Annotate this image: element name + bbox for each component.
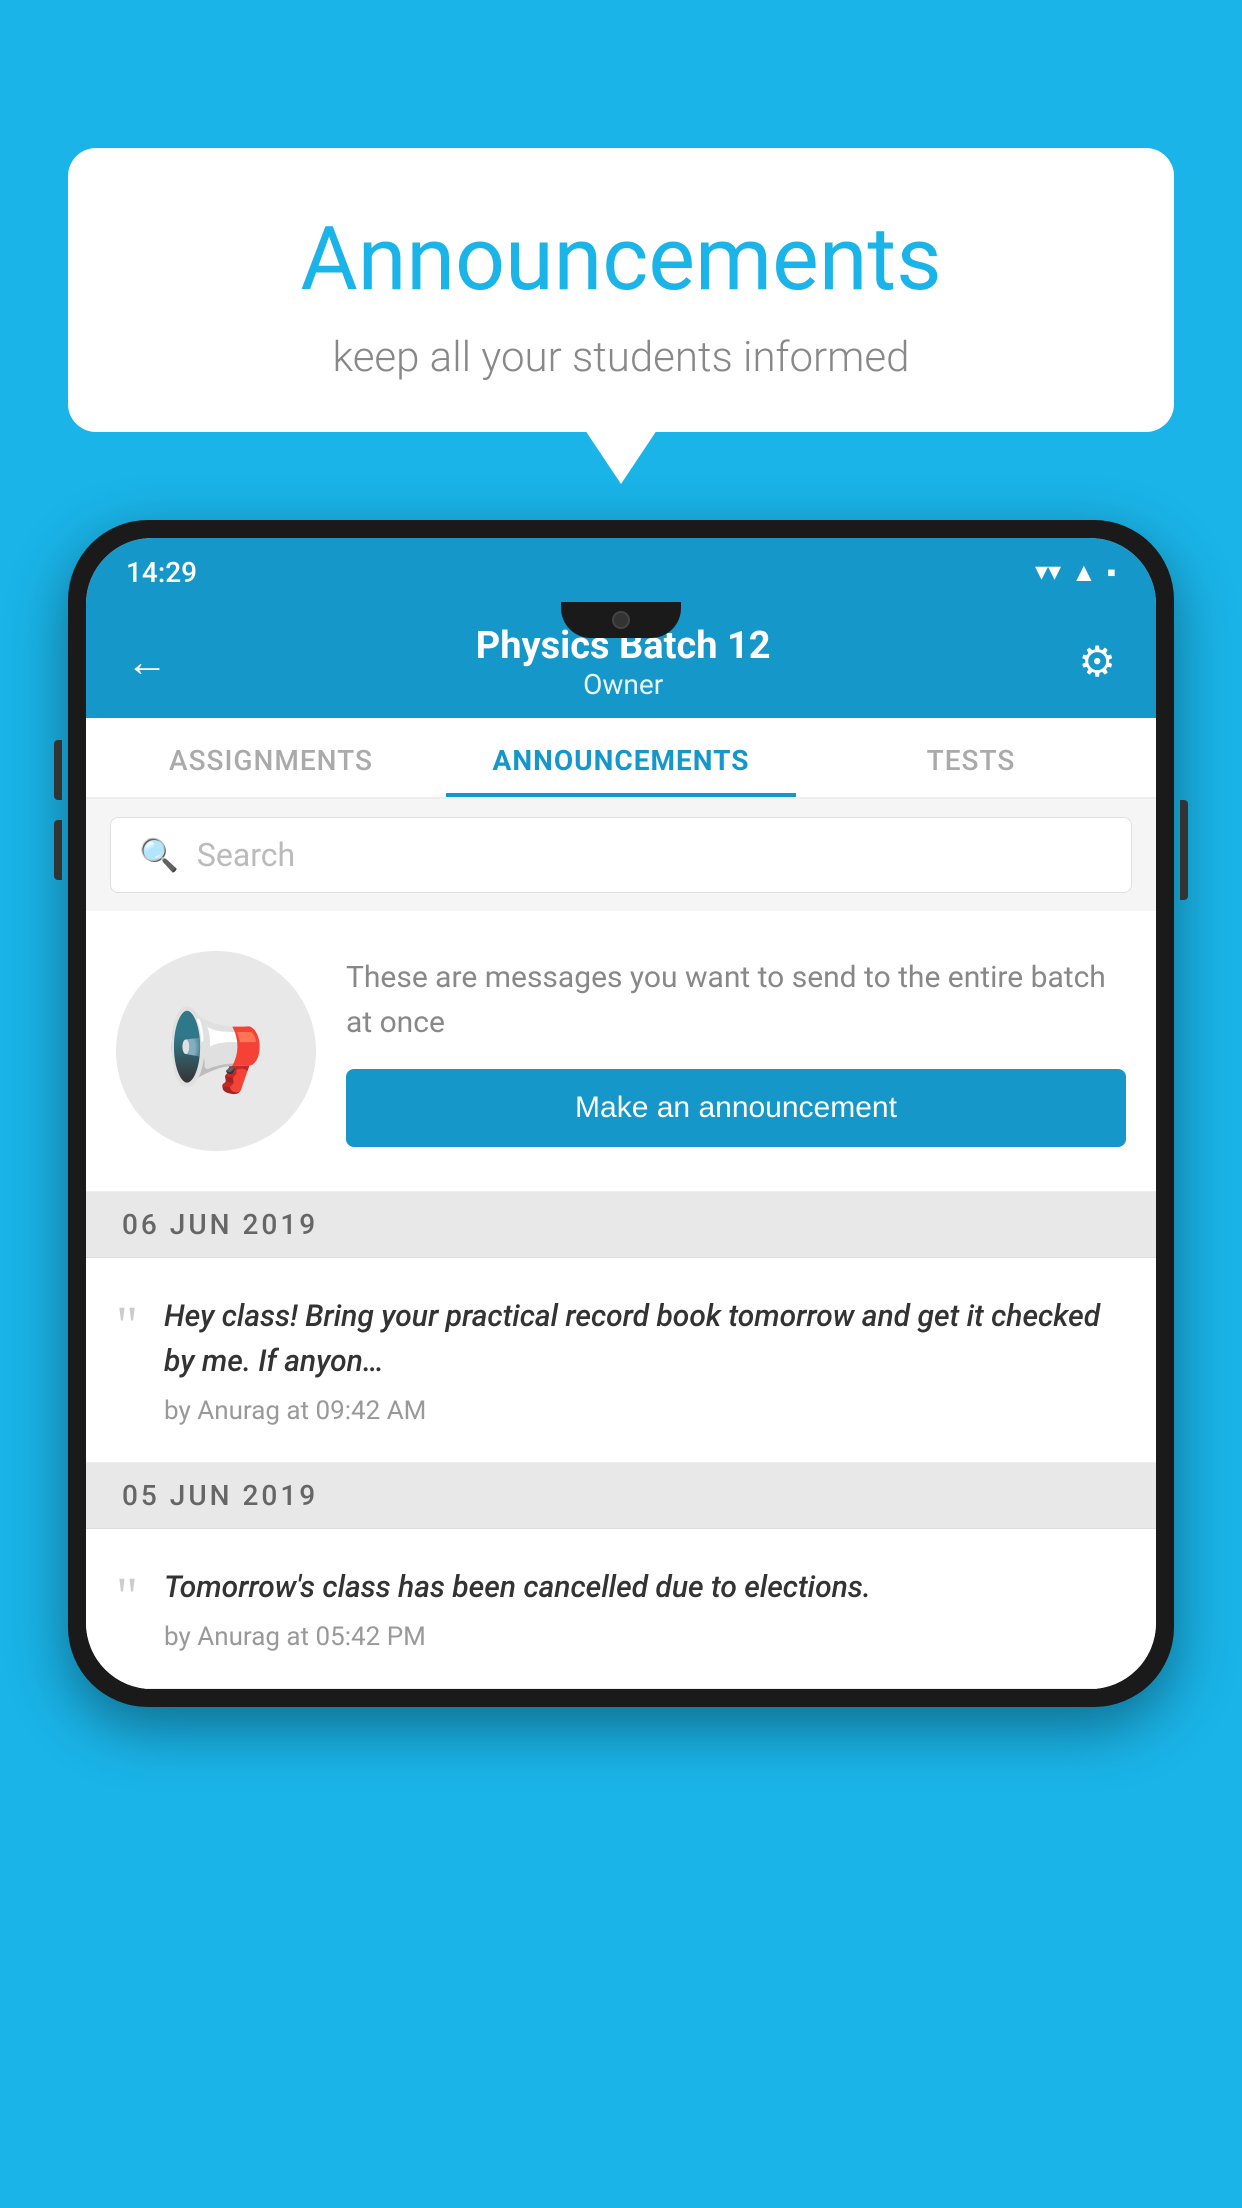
status-icons: ▾▾ ▲ ▪ (1035, 557, 1116, 588)
announcement-text-1: Hey class! Bring your practical record b… (164, 1294, 1126, 1384)
announcement-text-2: Tomorrow's class has been cancelled due … (164, 1565, 1126, 1610)
tab-announcements[interactable]: ANNOUNCEMENTS (446, 718, 796, 797)
search-bar[interactable]: 🔍 Search (110, 817, 1132, 893)
volume-down-button (54, 820, 62, 880)
announcement-meta-2: by Anurag at 05:42 PM (164, 1622, 1126, 1652)
promo-description: These are messages you want to send to t… (346, 955, 1126, 1045)
announcement-content-1: Hey class! Bring your practical record b… (164, 1294, 1126, 1426)
bubble-subtitle: keep all your students informed (108, 333, 1134, 382)
quote-icon-1: " (116, 1298, 138, 1352)
status-bar: 14:29 ▾▾ ▲ ▪ (86, 538, 1156, 602)
bubble-title: Announcements (108, 208, 1134, 311)
settings-icon[interactable]: ⚙ (1078, 637, 1116, 687)
megaphone-icon: 📢 (166, 1004, 266, 1098)
promo-section: 📢 These are messages you want to send to… (86, 911, 1156, 1192)
search-bar-wrapper: 🔍 Search (86, 799, 1156, 911)
announcement-item-1[interactable]: " Hey class! Bring your practical record… (86, 1258, 1156, 1463)
announcement-item-2[interactable]: " Tomorrow's class has been cancelled du… (86, 1529, 1156, 1689)
signal-icon: ▲ (1071, 557, 1097, 588)
quote-icon-2: " (116, 1569, 138, 1623)
phone-notch (561, 602, 681, 638)
date-separator-2: 05 JUN 2019 (86, 1463, 1156, 1529)
announcement-content-2: Tomorrow's class has been cancelled due … (164, 1565, 1126, 1652)
power-button (1180, 800, 1188, 900)
status-time: 14:29 (126, 556, 197, 589)
front-camera (612, 611, 630, 629)
back-button[interactable]: ← (126, 638, 168, 687)
announcement-meta-1: by Anurag at 09:42 AM (164, 1396, 1126, 1426)
user-role: Owner (168, 668, 1078, 701)
date-separator-1: 06 JUN 2019 (86, 1192, 1156, 1258)
wifi-icon: ▾▾ (1035, 557, 1061, 587)
speech-bubble: Announcements keep all your students inf… (68, 148, 1174, 432)
volume-up-button (54, 740, 62, 800)
speech-bubble-wrapper: Announcements keep all your students inf… (68, 148, 1174, 432)
tab-assignments[interactable]: ASSIGNMENTS (96, 718, 446, 797)
megaphone-icon-wrapper: 📢 (116, 951, 316, 1151)
phone-mockup: 14:29 ▾▾ ▲ ▪ ← Physics Batch 12 Owner ⚙ (68, 520, 1174, 1707)
battery-icon: ▪ (1107, 557, 1116, 588)
tab-tests[interactable]: TESTS (796, 718, 1146, 797)
promo-right: These are messages you want to send to t… (346, 955, 1126, 1147)
search-icon: 🔍 (139, 836, 179, 874)
make-announcement-button[interactable]: Make an announcement (346, 1069, 1126, 1147)
search-placeholder: Search (197, 836, 295, 874)
phone-screen: 14:29 ▾▾ ▲ ▪ ← Physics Batch 12 Owner ⚙ (86, 538, 1156, 1689)
phone-wrapper: 14:29 ▾▾ ▲ ▪ ← Physics Batch 12 Owner ⚙ (68, 520, 1174, 1707)
tab-bar: ASSIGNMENTS ANNOUNCEMENTS TESTS (86, 718, 1156, 799)
